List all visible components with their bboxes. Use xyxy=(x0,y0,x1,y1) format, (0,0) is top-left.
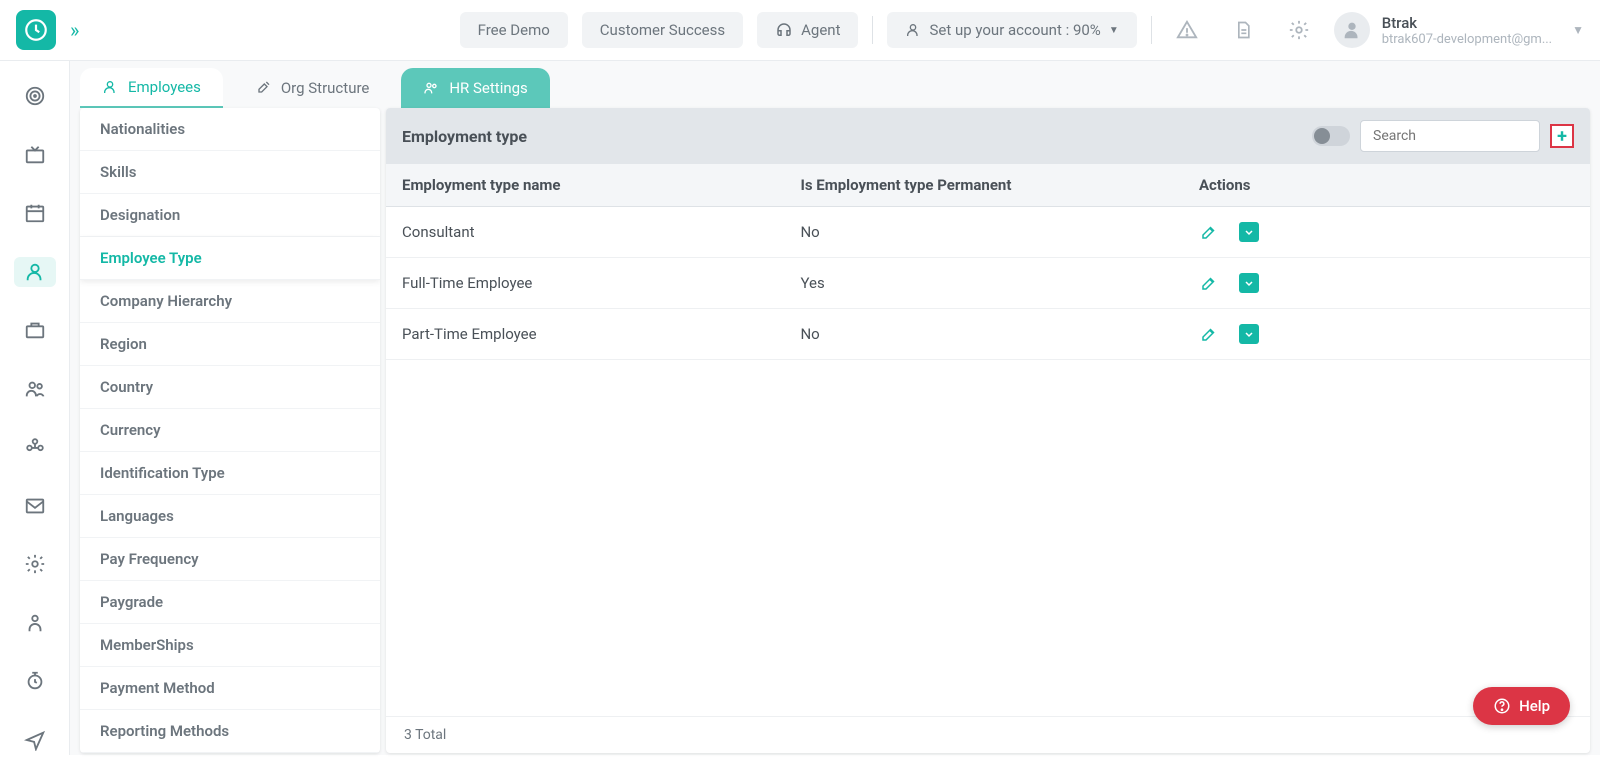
person-icon xyxy=(102,79,118,95)
setting-nationalities[interactable]: Nationalities xyxy=(80,108,380,151)
cell-name: Full-Time Employee xyxy=(402,274,800,292)
setting-skills[interactable]: Skills xyxy=(80,151,380,194)
user-menu[interactable]: Btrak btrak607-development@gm... ▼ xyxy=(1334,12,1584,48)
sidebar-expand-icon[interactable]: » xyxy=(70,18,79,42)
alert-icon[interactable] xyxy=(1166,9,1208,51)
edit-icon[interactable] xyxy=(1199,273,1219,293)
document-icon[interactable] xyxy=(1222,9,1264,51)
rail-tv-icon[interactable] xyxy=(14,140,56,171)
chevron-down-icon: ▼ xyxy=(1109,25,1119,36)
cell-permanent: No xyxy=(800,223,1198,241)
tab-hr-settings[interactable]: HR Settings xyxy=(401,68,549,108)
panel-title: Employment type xyxy=(402,127,527,146)
setting-country[interactable]: Country xyxy=(80,366,380,409)
setting-identification-type[interactable]: Identification Type xyxy=(80,452,380,495)
rail-calendar-icon[interactable] xyxy=(14,198,56,229)
setting-pay-frequency[interactable]: Pay Frequency xyxy=(80,538,380,581)
setting-company-hierarchy[interactable]: Company Hierarchy xyxy=(80,280,380,323)
cell-permanent: Yes xyxy=(800,274,1198,292)
rail-group-icon[interactable] xyxy=(14,432,56,463)
search-input[interactable] xyxy=(1360,120,1540,152)
rail-people-icon[interactable] xyxy=(14,257,56,288)
panel-footer: 3 Total xyxy=(386,716,1590,753)
settings-icon[interactable] xyxy=(1278,9,1320,51)
left-nav-rail xyxy=(0,61,70,755)
rail-users-icon[interactable] xyxy=(14,374,56,405)
rail-clock-icon[interactable] xyxy=(14,666,56,697)
setup-account-button[interactable]: Set up your account : 90% ▼ xyxy=(887,12,1136,48)
column-permanent: Is Employment type Permanent xyxy=(800,176,1198,194)
employment-type-panel: Employment type + Employment type name I… xyxy=(386,108,1590,753)
rail-person-icon[interactable] xyxy=(14,608,56,639)
headset-icon xyxy=(775,21,793,39)
rail-gear-icon[interactable] xyxy=(14,549,56,580)
archive-icon[interactable] xyxy=(1239,222,1259,242)
setting-memberships[interactable]: MemberShips xyxy=(80,624,380,667)
setting-payment-method[interactable]: Payment Method xyxy=(80,667,380,710)
edit-icon[interactable] xyxy=(1199,324,1219,344)
setting-employee-type[interactable]: Employee Type xyxy=(80,237,380,280)
archived-toggle[interactable] xyxy=(1312,126,1350,146)
table-row: Consultant No xyxy=(386,207,1590,258)
archive-icon[interactable] xyxy=(1239,273,1259,293)
cell-permanent: No xyxy=(800,325,1198,343)
column-name: Employment type name xyxy=(402,176,800,194)
tab-org-structure[interactable]: Org Structure xyxy=(233,68,392,108)
people-icon xyxy=(423,80,439,96)
table-header: Employment type name Is Employment type … xyxy=(386,164,1590,207)
setting-paygrade[interactable]: Paygrade xyxy=(80,581,380,624)
divider xyxy=(872,16,873,44)
panel-header: Employment type + xyxy=(386,108,1590,164)
tools-icon xyxy=(255,80,271,96)
app-logo[interactable] xyxy=(16,10,56,50)
rail-navigation-icon[interactable] xyxy=(14,725,56,756)
customer-success-button[interactable]: Customer Success xyxy=(582,12,743,48)
top-header: » Free Demo Customer Success Agent Set u… xyxy=(0,0,1600,61)
free-demo-button[interactable]: Free Demo xyxy=(460,12,568,48)
setting-reporting-methods[interactable]: Reporting Methods xyxy=(80,710,380,753)
table-row: Full-Time Employee Yes xyxy=(386,258,1590,309)
cell-name: Part-Time Employee xyxy=(402,325,800,343)
rail-mail-icon[interactable] xyxy=(14,491,56,522)
rail-briefcase-icon[interactable] xyxy=(14,315,56,346)
user-email: btrak607-development@gm... xyxy=(1382,32,1552,47)
divider xyxy=(1151,16,1152,44)
tab-employees[interactable]: Employees xyxy=(80,68,223,108)
agent-button[interactable]: Agent xyxy=(757,12,858,48)
help-icon xyxy=(1493,697,1511,715)
avatar xyxy=(1334,12,1370,48)
chevron-down-icon: ▼ xyxy=(1572,23,1584,37)
archive-icon[interactable] xyxy=(1239,324,1259,344)
rail-target-icon[interactable] xyxy=(14,81,56,112)
settings-sidebar: Nationalities Skills Designation Employe… xyxy=(80,108,380,753)
setting-currency[interactable]: Currency xyxy=(80,409,380,452)
user-name: Btrak xyxy=(1382,14,1552,32)
setting-languages[interactable]: Languages xyxy=(80,495,380,538)
table-row: Part-Time Employee No xyxy=(386,309,1590,360)
column-actions: Actions xyxy=(1199,176,1574,194)
edit-icon[interactable] xyxy=(1199,222,1219,242)
section-tabs: Employees Org Structure HR Settings xyxy=(70,61,1600,108)
help-button[interactable]: Help xyxy=(1473,687,1570,725)
add-button[interactable]: + xyxy=(1550,124,1574,148)
cell-name: Consultant xyxy=(402,223,800,241)
setting-designation[interactable]: Designation xyxy=(80,194,380,237)
setting-region[interactable]: Region xyxy=(80,323,380,366)
person-icon xyxy=(905,22,921,38)
